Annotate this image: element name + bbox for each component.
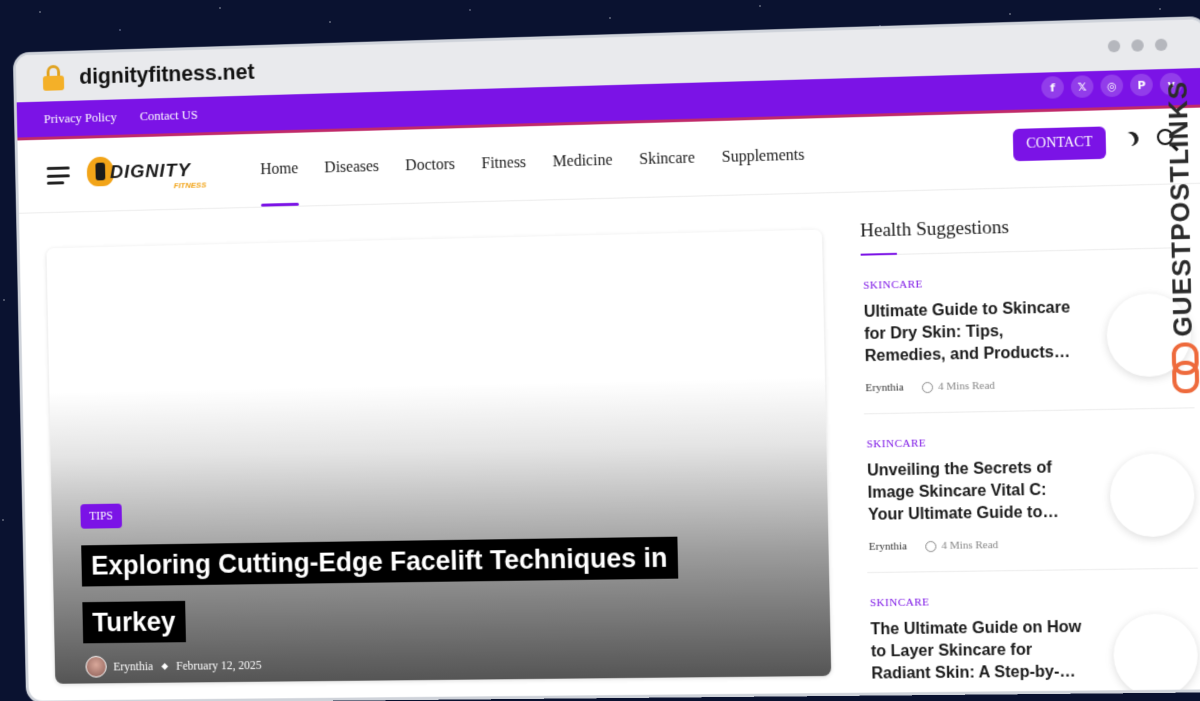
featured-post-byline: Erynthia February 12, 2025: [85, 654, 261, 677]
nav-item-supplements[interactable]: Supplements: [721, 119, 805, 195]
page-content: TIPS Exploring Cutting-Edge Facelift Tec…: [19, 184, 1200, 674]
nav-item-fitness[interactable]: Fitness: [481, 126, 527, 201]
chain-link-icon: [1172, 343, 1195, 386]
author-name[interactable]: Erynthia: [113, 659, 153, 674]
clock-icon: [922, 381, 933, 392]
watermark: GUESTPOSTLINKS: [1154, 80, 1200, 385]
dark-mode-toggle-icon[interactable]: [1122, 129, 1142, 149]
post-title[interactable]: Unveiling the Secrets of Image Skincare …: [867, 457, 1081, 527]
facebook-icon[interactable]: f: [1041, 76, 1064, 99]
list-item: SKINCARE The Ultimate Guide on How to La…: [867, 569, 1200, 701]
x-icon[interactable]: 𝕏: [1071, 75, 1094, 98]
clock-icon: [925, 540, 936, 551]
sidebar: Health Suggestions SKINCARE Ultimate Gui…: [860, 212, 1200, 700]
watermark-text: GUESTPOSTLINKS: [1161, 80, 1198, 337]
post-title[interactable]: Ultimate Guide to Skincare for Dry Skin:…: [864, 297, 1078, 368]
post-meta: Erynthia 4 Mins Read: [869, 536, 1198, 553]
post-author[interactable]: Erynthia: [869, 540, 907, 553]
nav-item-doctors[interactable]: Doctors: [405, 128, 456, 203]
lock-icon: [43, 65, 65, 91]
instagram-icon[interactable]: ◎: [1100, 74, 1123, 97]
main-menu: Home Diseases Doctors Fitness Medicine S…: [260, 119, 806, 207]
read-time: 4 Mins Read: [941, 539, 998, 552]
pinterest-icon[interactable]: P: [1130, 73, 1153, 96]
nav-item-medicine[interactable]: Medicine: [552, 124, 613, 199]
list-item: SKINCARE Ultimate Guide to Skincare for …: [861, 248, 1195, 414]
post-category[interactable]: SKINCARE: [867, 433, 1196, 451]
featured-post-title-text[interactable]: Exploring Cutting-Edge Facelift Techniqu…: [81, 537, 678, 644]
window-dot-icon[interactable]: [1131, 39, 1144, 52]
post-meta: Erynthia 4 Mins Read: [865, 376, 1194, 394]
window-dot-icon[interactable]: [1155, 39, 1168, 52]
window-dot-icon[interactable]: [1108, 40, 1121, 53]
contact-button[interactable]: CONTACT: [1013, 126, 1106, 161]
post-thumbnail[interactable]: [1109, 453, 1195, 537]
window-controls: [1108, 39, 1168, 53]
featured-post[interactable]: TIPS Exploring Cutting-Edge Facelift Tec…: [46, 230, 831, 684]
featured-post-title[interactable]: Exploring Cutting-Edge Facelift Techniqu…: [81, 529, 689, 652]
separator-icon: [162, 663, 169, 670]
post-date: February 12, 2025: [176, 658, 262, 674]
post-category[interactable]: SKINCARE: [863, 272, 1192, 291]
post-author[interactable]: Erynthia: [865, 381, 903, 394]
post-thumbnail[interactable]: [1113, 613, 1199, 697]
site-logo[interactable]: DIGNITY FITNESS: [87, 150, 223, 197]
post-title[interactable]: The Ultimate Guide on How to Layer Skinc…: [870, 617, 1084, 686]
category-badge[interactable]: TIPS: [80, 504, 121, 529]
logo-subtext: FITNESS: [174, 180, 207, 190]
author-avatar[interactable]: [85, 656, 107, 678]
nav-item-skincare[interactable]: Skincare: [638, 122, 695, 197]
nav-item-diseases[interactable]: Diseases: [324, 130, 380, 205]
read-time: 4 Mins Read: [938, 380, 995, 393]
browser-frame: dignityfitness.net Privacy Policy Contac…: [11, 0, 1200, 677]
url-text[interactable]: dignityfitness.net: [79, 59, 255, 90]
browser-window: dignityfitness.net Privacy Policy Contac…: [16, 19, 1200, 701]
list-item: SKINCARE Unveiling the Secrets of Image …: [864, 408, 1198, 573]
contact-us-link[interactable]: Contact US: [140, 107, 198, 124]
hamburger-menu-icon[interactable]: [47, 166, 70, 184]
privacy-policy-link[interactable]: Privacy Policy: [44, 109, 117, 127]
nav-item-home[interactable]: Home: [260, 133, 299, 207]
post-category[interactable]: SKINCARE: [870, 593, 1199, 609]
